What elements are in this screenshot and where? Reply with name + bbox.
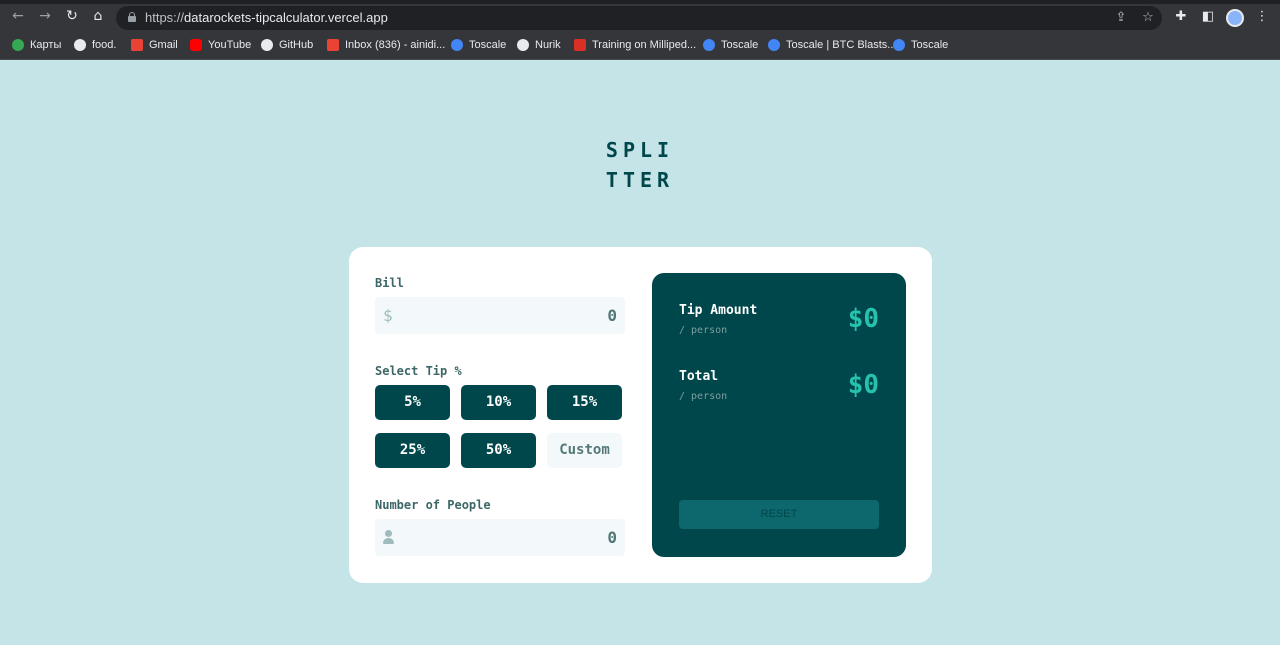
bill-value: 0 — [607, 306, 617, 325]
menu-icon[interactable]: ⋮ — [1254, 9, 1270, 25]
side-panel-icon[interactable]: ◧ — [1200, 9, 1216, 25]
youtube-icon — [190, 39, 202, 51]
extensions-icon[interactable]: ✚ — [1173, 9, 1189, 25]
bill-label: Bill — [375, 276, 404, 290]
share-icon[interactable]: ⇪ — [1113, 10, 1129, 26]
tip-button-50[interactable]: 50% — [461, 433, 536, 468]
bookmark-item[interactable]: food. — [74, 38, 116, 52]
bookmark-item[interactable]: Inbox (836) - ainidi... — [327, 38, 445, 52]
lock-icon — [128, 12, 136, 22]
dollar-icon: $ — [383, 306, 393, 325]
back-icon[interactable]: ← — [11, 9, 25, 23]
people-value: 0 — [607, 528, 617, 547]
toscale-icon — [893, 39, 905, 51]
browser-toolbar: ← → ↻ ⌂ https://datarockets-tipcalculato… — [0, 0, 1280, 30]
bookmarks-bar: Карты food. Gmail YouTube GitHub Inbox (… — [0, 30, 1280, 60]
reset-button[interactable]: RESET — [679, 500, 879, 529]
tab-strip — [0, 0, 1280, 4]
toscale-icon — [451, 39, 463, 51]
total-label: Total — [679, 369, 719, 384]
bookmark-item[interactable]: Gmail — [131, 38, 178, 52]
bookmark-item[interactable]: Toscale — [451, 38, 506, 52]
millipede-icon — [574, 39, 586, 51]
gmail-icon — [327, 39, 339, 51]
forward-icon[interactable]: → — [38, 9, 52, 23]
home-icon[interactable]: ⌂ — [91, 9, 105, 23]
bookmark-item[interactable]: GitHub — [261, 38, 313, 52]
app-logo: SPLI TTER — [0, 135, 1280, 195]
nurik-icon — [517, 39, 529, 51]
gmail-icon — [131, 39, 143, 51]
bookmark-item[interactable]: Training on Milliped... — [574, 38, 696, 52]
bookmark-item[interactable]: Toscale — [893, 38, 948, 52]
bookmark-item[interactable]: Nurik — [517, 38, 561, 52]
tip-amount-value: $0 — [847, 304, 879, 334]
people-input[interactable]: 0 — [375, 519, 625, 556]
toscale-icon — [768, 39, 780, 51]
total-sub: / person — [679, 391, 728, 402]
select-tip-label: Select Tip % — [375, 364, 462, 378]
results-panel: Tip Amount / person $0 Total / person $0… — [652, 273, 906, 557]
tip-amount-sub: / person — [679, 325, 728, 336]
maps-icon — [12, 39, 24, 51]
person-icon — [383, 530, 394, 545]
bill-input[interactable]: $ 0 — [375, 297, 625, 334]
people-label: Number of People — [375, 498, 491, 512]
tip-button-15[interactable]: 15% — [547, 385, 622, 420]
bookmark-item[interactable]: YouTube — [190, 38, 251, 52]
bookmark-star-icon[interactable]: ☆ — [1140, 10, 1156, 26]
github-icon — [261, 39, 273, 51]
bookmark-item[interactable]: Toscale | BTC Blasts... — [768, 38, 896, 52]
bookmark-item[interactable]: Toscale — [703, 38, 758, 52]
globe-icon — [74, 39, 86, 51]
toscale-icon — [703, 39, 715, 51]
tip-button-25[interactable]: 25% — [375, 433, 450, 468]
logo-line-2: TTER — [605, 168, 675, 192]
bookmark-item[interactable]: Карты — [12, 38, 61, 52]
address-bar[interactable]: https://datarockets-tipcalculator.vercel… — [116, 6, 1162, 30]
reload-icon[interactable]: ↻ — [65, 9, 79, 23]
profile-avatar[interactable] — [1226, 9, 1244, 27]
custom-tip-input[interactable]: Custom — [547, 433, 622, 468]
tip-amount-label: Tip Amount — [679, 303, 758, 318]
logo-line-1: SPLI — [605, 138, 675, 162]
tip-button-5[interactable]: 5% — [375, 385, 450, 420]
tip-button-10[interactable]: 10% — [461, 385, 536, 420]
url-text[interactable]: https://datarockets-tipcalculator.vercel… — [145, 10, 388, 25]
total-value: $0 — [847, 370, 879, 400]
